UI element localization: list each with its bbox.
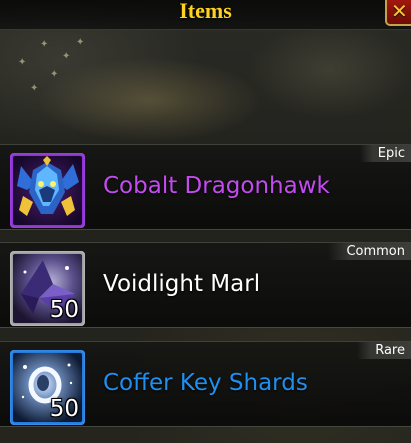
- close-icon: ✕: [391, 0, 408, 23]
- dragonhawk-mount-icon: [13, 156, 82, 225]
- item-icon-frame[interactable]: 50: [10, 350, 85, 425]
- sparkle-icon: ✦: [18, 57, 27, 68]
- item-icon-frame[interactable]: [10, 153, 85, 228]
- item-row-coffer-key-shards[interactable]: Rare 50 Coffer Key Shards: [0, 341, 411, 427]
- window-title: Items: [179, 0, 232, 23]
- sparkle-icon: ✦: [40, 39, 49, 50]
- sparkle-icon: ✦: [30, 83, 39, 94]
- stack-count: 50: [49, 297, 79, 323]
- item-name: Cobalt Dragonhawk: [103, 173, 330, 199]
- item-icon-frame[interactable]: 50: [10, 251, 85, 326]
- item-name: Coffer Key Shards: [103, 370, 308, 396]
- key-shard-orb-icon: 50: [13, 353, 82, 422]
- item-name: Voidlight Marl: [103, 271, 261, 297]
- item-row-voidlight-marl[interactable]: Common 50 Voidlight Marl: [0, 242, 411, 328]
- item-row-cobalt-dragonhawk[interactable]: Epic Cobalt Dragonhawk: [0, 144, 411, 230]
- sparkle-icon: ✦: [50, 69, 59, 80]
- sparkle-icon: ✦: [76, 37, 85, 48]
- rarity-badge: Rare: [357, 342, 411, 359]
- rarity-badge: Epic: [359, 145, 411, 162]
- sparkle-icon: ✦: [62, 51, 71, 62]
- close-button[interactable]: ✕: [385, 0, 411, 26]
- items-title-bar: Items: [0, 0, 411, 30]
- rarity-badge: Common: [328, 243, 411, 260]
- void-crystal-icon: 50: [13, 254, 82, 323]
- stack-count: 50: [49, 396, 79, 422]
